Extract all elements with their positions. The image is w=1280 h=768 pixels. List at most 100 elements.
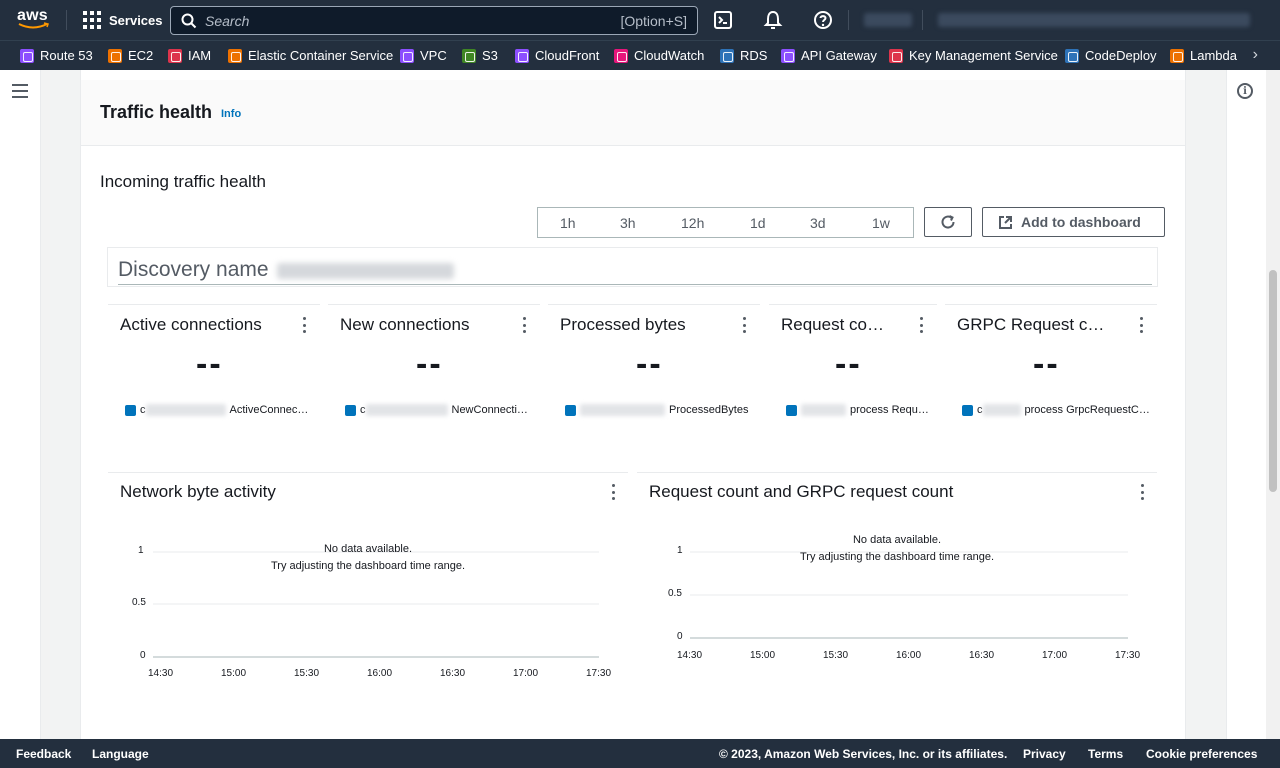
smile-icon — [18, 22, 49, 29]
x-tick-label: 17:00 — [513, 668, 539, 679]
legend-item: process Requ… — [786, 404, 929, 416]
favorite-s3[interactable]: S3 — [462, 48, 498, 63]
scrollbar-thumb[interactable] — [1269, 270, 1277, 492]
external-link-icon — [999, 215, 1012, 229]
time-range-12h[interactable]: 12h — [681, 215, 704, 231]
favorite-label: Route 53 — [40, 48, 93, 63]
favorite-label: S3 — [482, 48, 498, 63]
more-actions-icon[interactable] — [1140, 317, 1144, 333]
divider — [118, 284, 1152, 285]
favorite-ec2[interactable]: EC2 — [108, 48, 153, 63]
info-link[interactable]: Info — [221, 108, 241, 120]
chevron-right-icon[interactable]: › — [1253, 46, 1258, 64]
favorite-kms[interactable]: Key Management Service — [889, 48, 1058, 63]
copyright-text: © 2023, Amazon Web Services, Inc. or its… — [719, 747, 1008, 761]
legend-label: process Requ… — [850, 404, 929, 416]
time-range-1d[interactable]: 1d — [750, 215, 766, 231]
widget-title: GRPC Request c… — [957, 315, 1105, 334]
favorite-label: CloudFront — [535, 48, 600, 63]
account-menu[interactable] — [938, 13, 1250, 27]
scrollbar[interactable] — [1266, 70, 1280, 739]
cloudfront-icon — [515, 48, 529, 63]
redacted-text — [365, 404, 448, 416]
subheading: Incoming traffic health — [100, 172, 266, 191]
x-tick-label: 17:30 — [1115, 650, 1141, 661]
legend-swatch — [345, 404, 356, 416]
refresh-button[interactable] — [924, 207, 972, 237]
legend-prefix: c — [977, 404, 983, 416]
favorite-cloudwatch[interactable]: CloudWatch — [614, 48, 704, 63]
y-tick-label: 1 — [677, 545, 683, 556]
metric-value: -- — [416, 345, 443, 383]
help-icon[interactable] — [813, 10, 833, 30]
y-tick-label: 0.5 — [132, 597, 146, 608]
bell-icon[interactable] — [763, 10, 783, 30]
metric-widget-processed-bytes: Processed bytes -- ProcessedBytes — [548, 304, 760, 434]
favorite-cloudfront[interactable]: CloudFront — [515, 48, 599, 63]
cookie-preferences-link[interactable]: Cookie preferences — [1146, 747, 1257, 761]
aws-logo[interactable]: aws — [17, 8, 51, 32]
cloudwatch-icon — [614, 48, 628, 63]
more-actions-icon[interactable] — [523, 317, 527, 333]
info-icon[interactable]: i — [1237, 83, 1253, 99]
legend-swatch — [962, 404, 973, 416]
x-tick-label: 16:30 — [969, 650, 995, 661]
terms-link[interactable]: Terms — [1088, 747, 1123, 761]
favorite-ecs[interactable]: Elastic Container Service — [228, 48, 393, 63]
ec2-icon — [108, 48, 122, 63]
region-selector[interactable] — [864, 13, 912, 27]
services-label: Services — [109, 12, 163, 28]
navigation-rail — [0, 70, 41, 739]
no-data-message: No data available. Try adjusting the das… — [248, 541, 488, 575]
time-range-1w[interactable]: 1w — [872, 215, 890, 231]
favorite-vpc[interactable]: VPC — [400, 48, 447, 63]
favorite-iam[interactable]: IAM — [168, 48, 211, 63]
refresh-icon — [941, 215, 955, 229]
rds-icon — [720, 48, 734, 63]
x-tick-label: 14:30 — [148, 668, 174, 679]
cloudshell-icon[interactable] — [713, 10, 733, 30]
favorite-label: CodeDeploy — [1085, 48, 1157, 63]
x-tick-label: 16:30 — [440, 668, 466, 679]
legend-label: NewConnecti… — [451, 404, 528, 416]
widget-title: Processed bytes — [560, 315, 686, 334]
s3-icon — [462, 48, 476, 63]
legend-label: process GrpcRequestC… — [1024, 404, 1150, 416]
legend-swatch — [786, 404, 797, 416]
favorite-codedeploy[interactable]: CodeDeploy — [1065, 48, 1157, 63]
metric-widget-request-count: Request co… -- process Requ… — [769, 304, 937, 434]
chart-axes — [690, 551, 1128, 639]
favorite-rds[interactable]: RDS — [720, 48, 767, 63]
feedback-link[interactable]: Feedback — [16, 747, 71, 761]
favorite-label: EC2 — [128, 48, 154, 63]
favorite-route53[interactable]: Route 53 — [20, 48, 93, 63]
x-tick-label: 14:30 — [677, 650, 703, 661]
menu-icon[interactable] — [12, 84, 28, 98]
time-range-1h[interactable]: 1h — [560, 215, 576, 231]
more-actions-icon[interactable] — [743, 317, 747, 333]
section-title: Traffic health — [100, 102, 213, 122]
search-shortcut: [Option+S] — [620, 12, 687, 29]
y-tick-label: 1 — [138, 545, 144, 556]
x-tick-label: 15:00 — [221, 668, 247, 679]
favorite-api-gateway[interactable]: API Gateway — [781, 48, 877, 63]
x-tick-label: 17:00 — [1042, 650, 1068, 661]
search-input[interactable]: Search [Option+S] — [170, 6, 698, 35]
y-tick-label: 0 — [677, 631, 683, 642]
legend-label: ActiveConnec… — [229, 404, 309, 416]
no-data-line: No data available. — [852, 534, 942, 546]
iam-icon — [168, 48, 182, 63]
favorite-label: IAM — [188, 48, 212, 63]
legend-item: c ActiveConnec… — [125, 404, 308, 416]
time-range-3h[interactable]: 3h — [620, 215, 636, 231]
services-menu-button[interactable]: Services — [83, 10, 163, 30]
more-actions-icon[interactable] — [303, 317, 307, 333]
language-selector[interactable]: Language — [92, 747, 149, 761]
add-to-dashboard-button[interactable]: Add to dashboard — [982, 207, 1165, 237]
favorite-lambda[interactable]: Lambda — [1170, 48, 1237, 63]
privacy-link[interactable]: Privacy — [1023, 747, 1066, 761]
time-range-3d[interactable]: 3d — [810, 215, 826, 231]
metric-value: -- — [1033, 345, 1060, 383]
more-actions-icon[interactable] — [920, 317, 924, 333]
discovery-name-box: Discovery name — [107, 247, 1158, 287]
